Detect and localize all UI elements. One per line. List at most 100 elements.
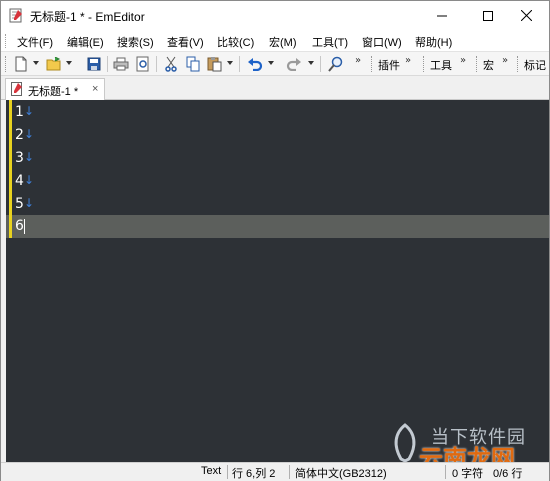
undo-icon [248,58,263,71]
close-icon [520,10,532,21]
status-mode[interactable]: Text [201,465,221,477]
toolbar-separator [107,56,108,72]
editor-line: 1 ↓ [6,101,549,124]
plugins-overflow-chevron[interactable]: » [405,55,411,66]
window-title: 无标题-1 * - EmEditor [30,10,145,24]
copy-icon [186,56,200,72]
status-separator [289,465,290,479]
undo-dropdown[interactable] [268,61,274,65]
newline-mark: ↓ [24,196,35,210]
editor-line: 5 ↓ [6,193,549,216]
redo-button[interactable] [285,55,303,73]
modified-lines-marker [9,100,12,238]
status-encoding[interactable]: 简体中文(GB2312) [295,465,387,481]
open-file-button[interactable] [45,55,63,73]
newline-mark: ↓ [24,173,35,187]
menu-compare[interactable]: 比较(C) [217,34,254,50]
tab-untitled-1[interactable]: 无标题-1 * × [5,78,105,100]
toolbar-tools[interactable]: 工具 [430,57,452,73]
editor-text-area[interactable]: 1 ↓ 2 ↓ 3 ↓ 4 ↓ 5 ↓ 6 [6,100,549,462]
toolbar-separator [320,56,321,72]
menu-tools[interactable]: 工具(T) [312,34,348,50]
menu-macro[interactable]: 宏(M) [269,34,297,50]
paste-dropdown[interactable] [227,61,233,65]
status-line-count: 0/6 行 [493,468,523,480]
paste-icon [207,57,222,72]
maximize-icon [483,10,493,21]
toolbar-plugins[interactable]: 插件 [378,57,400,73]
menu-window[interactable]: 窗口(W) [362,34,402,50]
line-number: 4 [15,173,24,189]
status-bar: Text 行 6,列 2 简体中文(GB2312) 0 字符 0/6 行 [1,462,549,481]
toolbar-macro[interactable]: 宏 [483,57,494,73]
watermark-logo [394,423,416,463]
newline-mark: ↓ [24,104,35,118]
menu-view[interactable]: 查看(V) [167,34,204,50]
menu-help[interactable]: 帮助(H) [415,34,452,50]
menu-grip [5,34,8,48]
cut-icon [165,56,177,72]
editor-line: 4 ↓ [6,170,549,193]
status-separator [445,465,446,479]
line-number: 2 [15,127,24,143]
newline-mark: ↓ [24,127,35,141]
redo-dropdown[interactable] [308,61,314,65]
minimize-button[interactable] [419,1,465,30]
toolbar-grip [5,56,8,72]
emeditor-app-icon [9,8,23,23]
new-file-icon [15,56,27,72]
line-number: 6 [15,218,24,234]
close-button[interactable] [503,1,549,30]
status-separator [227,465,228,479]
line-number: 1 [15,104,24,120]
paste-button[interactable] [206,55,224,73]
toolbar-grip [423,56,426,72]
undo-button[interactable] [246,55,264,73]
text-caret [24,219,25,234]
new-file-dropdown[interactable] [33,61,39,65]
redo-icon [286,58,301,71]
save-icon [87,57,101,71]
print-preview-icon [136,56,149,72]
editor-line: 3 ↓ [6,147,549,170]
open-file-dropdown[interactable] [66,61,72,65]
tools-overflow-chevron[interactable]: » [460,55,466,66]
toolbar-separator [156,56,157,72]
newline-mark: ↓ [24,150,35,164]
menu-search[interactable]: 搜索(S) [117,34,154,50]
toolbar: » 插件 » 工具 » 宏 » 标记 [1,52,549,76]
title-bar: 无标题-1 * - EmEditor [1,1,549,30]
tab-close-icon[interactable]: × [92,83,98,95]
save-button[interactable] [85,55,103,73]
print-button[interactable] [112,55,130,73]
find-icon [328,56,343,72]
tab-label: 无标题-1 * [28,86,79,98]
toolbar-grip [476,56,479,72]
toolbar-grip [371,56,374,72]
document-icon [11,82,23,96]
find-button[interactable] [327,55,345,73]
toolbar-marker[interactable]: 标记 [524,57,546,73]
copy-button[interactable] [184,55,202,73]
status-position[interactable]: 行 6,列 2 [232,465,275,481]
emeditor-window: 无标题-1 * - EmEditor 文件(F) 编辑(E) 搜索(S) 查看(… [0,0,550,481]
print-preview-button[interactable] [134,55,152,73]
editor-current-line: 6 [6,215,549,238]
toolbar-separator [239,56,240,72]
open-folder-icon [46,57,61,71]
editor-line: 2 ↓ [6,124,549,147]
menu-edit[interactable]: 编辑(E) [67,34,104,50]
toolbar-grip [517,56,520,72]
line-number: 3 [15,150,24,166]
line-number: 5 [15,196,24,212]
menu-bar: 文件(F) 编辑(E) 搜索(S) 查看(V) 比较(C) 宏(M) 工具(T)… [1,30,549,52]
print-icon [113,57,129,71]
new-file-button[interactable] [12,55,30,73]
macro-overflow-chevron[interactable]: » [502,55,508,66]
menu-file[interactable]: 文件(F) [17,34,53,50]
tab-strip: 无标题-1 * × [1,76,549,100]
toolbar-overflow-chevron[interactable]: » [355,55,361,66]
status-char-count: 0 字符 [452,468,484,480]
minimize-icon [437,15,447,16]
cut-button[interactable] [162,55,180,73]
